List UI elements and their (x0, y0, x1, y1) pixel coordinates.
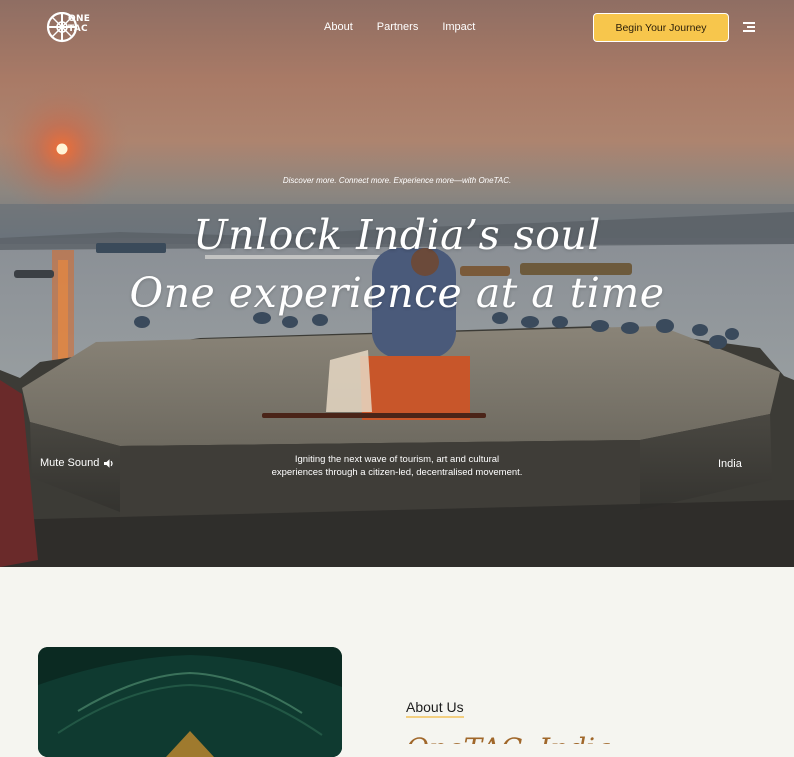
hero-tagline: Discover more. Connect more. Experience … (282, 176, 512, 185)
nav-link-impact[interactable]: Impact (442, 21, 475, 33)
temple-ceiling-image (38, 647, 342, 757)
mute-sound-label: Mute Sound (40, 457, 100, 469)
about-image (38, 647, 342, 757)
location-label: India (718, 458, 742, 470)
hero-headline: Unlock India’s soul One experience at a … (0, 206, 794, 322)
about-title: OneTAC, India... (406, 734, 746, 744)
hero-subtext: Igniting the next wave of tourism, art a… (271, 454, 523, 478)
hero-headline-line-2: One experience at a time (129, 269, 665, 317)
hero-section: ONE TAC About Partners Impact Begin Your… (0, 0, 794, 567)
hamburger-menu-icon[interactable] (743, 22, 755, 32)
logo-wordmark: ONE TAC (68, 14, 91, 34)
hero-headline-line-1: Unlock India’s soul (193, 211, 601, 259)
begin-your-journey-button[interactable]: Begin Your Journey (593, 13, 729, 42)
speaker-icon (104, 458, 113, 468)
about-us-label: About Us (406, 699, 464, 718)
top-navigation: ONE TAC About Partners Impact Begin Your… (0, 0, 794, 56)
nav-link-about[interactable]: About (324, 21, 353, 33)
mute-sound-button[interactable]: Mute Sound (40, 457, 115, 469)
nav-link-partners[interactable]: Partners (377, 21, 419, 33)
